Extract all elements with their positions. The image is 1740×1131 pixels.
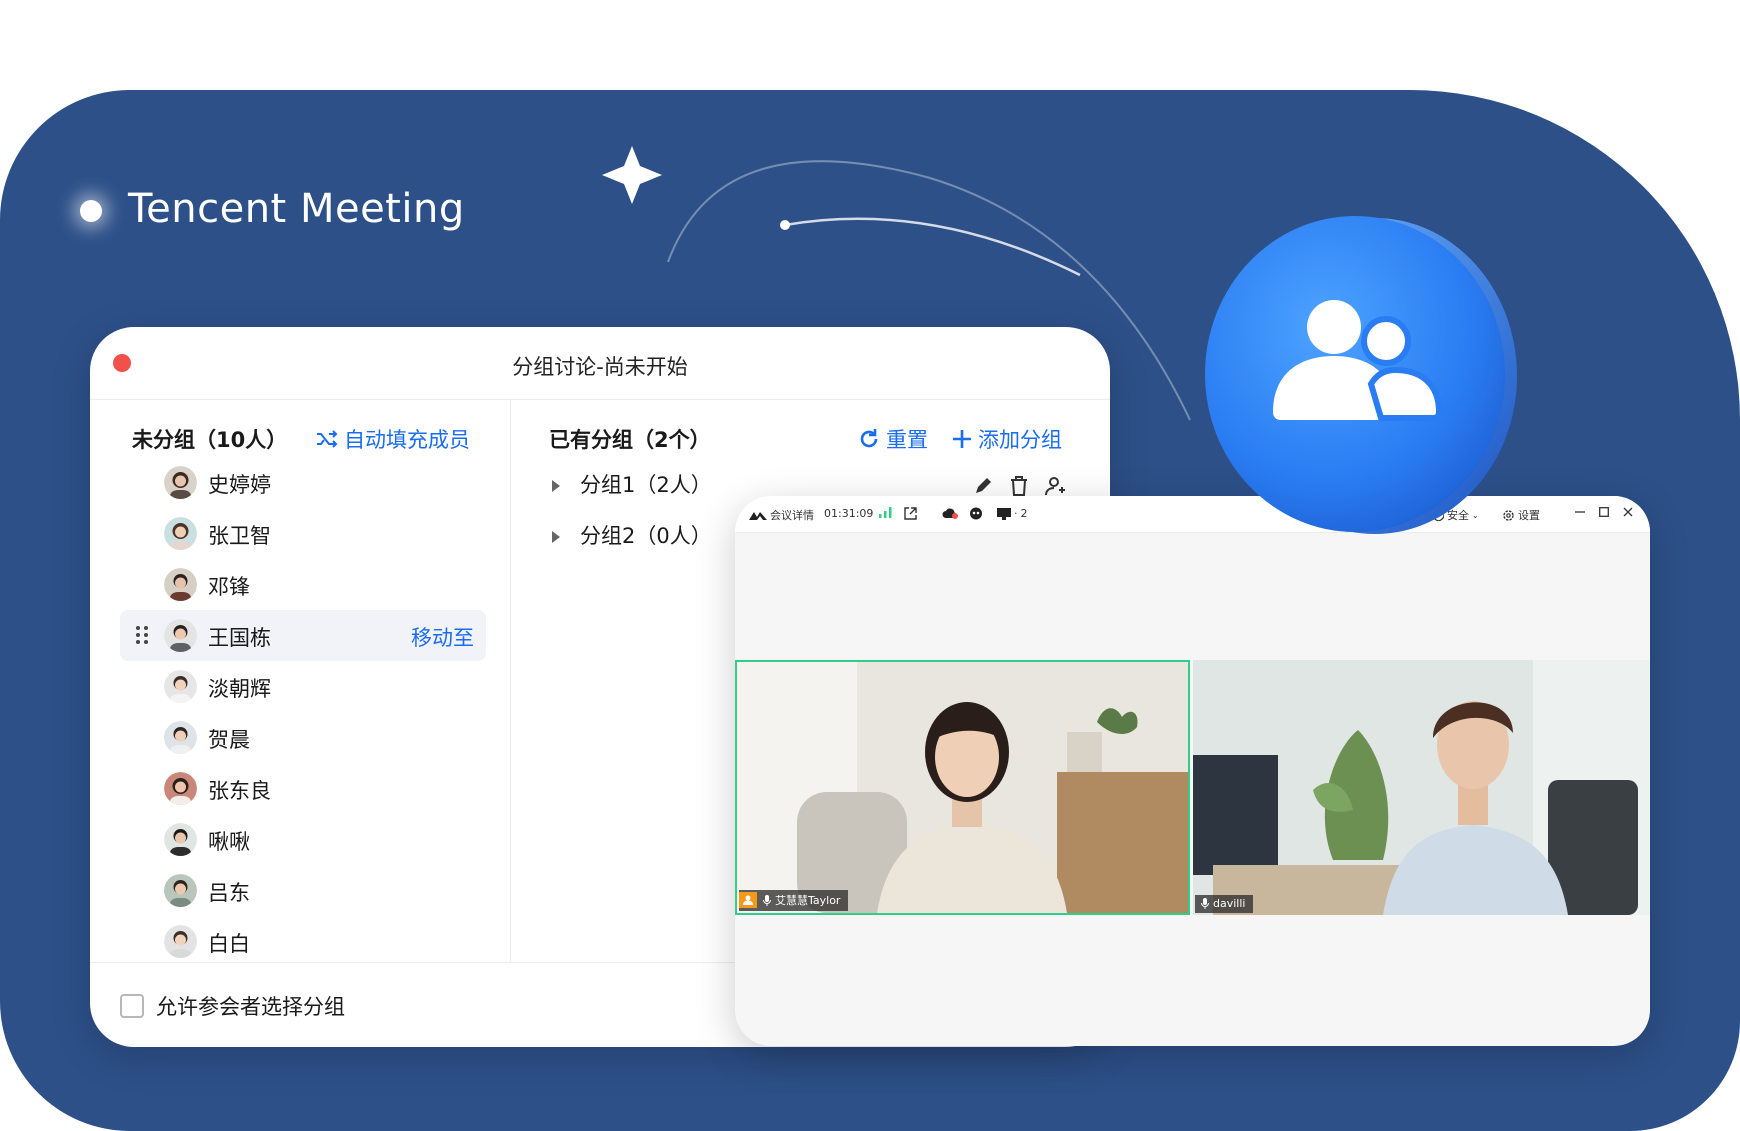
member-row[interactable]: 史婷婷 [120,457,486,508]
host-icon [739,892,757,908]
plus-icon [953,430,971,448]
avatar [164,823,197,856]
member-name: 史婷婷 [208,473,271,497]
group-tools [972,475,1066,497]
group-row[interactable]: 分组2（0人） [552,520,712,550]
avatar [164,568,197,601]
avatar [164,874,197,907]
edit-icon[interactable] [972,475,994,497]
screen-share-number: 2 [1020,507,1028,520]
participant-name-tag: 艾慧慧Taylor [739,890,849,911]
member-name: 贺晨 [208,728,250,752]
video-tile[interactable]: davilli [1193,660,1650,915]
auto-fill-button[interactable]: 自动填充成员 [316,424,470,454]
participant-name: 艾慧慧Taylor [775,894,841,907]
shuffle-icon [317,430,338,448]
avatar [164,466,197,499]
meeting-window: 会议详情 01:31:09 · 2 安全 ⌄ 设置 艾慧慧Taylor davi… [735,496,1650,1046]
member-row[interactable]: 吕东 [120,865,486,916]
groups-header: 已有分组（2个） [549,428,711,452]
add-group-label: 添加分组 [978,428,1062,452]
avatar [164,721,197,754]
meeting-details-label: 会议详情 [770,509,814,522]
ai-assistant-icon[interactable] [969,507,983,520]
member-name: 张东良 [208,779,271,803]
microphone-icon [1201,898,1209,909]
participant-video [1193,660,1650,915]
screen-share-count[interactable]: · 2 [997,507,1028,520]
refresh-icon [860,429,878,448]
member-row[interactable]: 张东良 [120,763,486,814]
meeting-timer: 01:31:09 [824,507,874,520]
member-row[interactable]: 张卫智 [120,508,486,559]
avatar [164,670,197,703]
member-name: 吕东 [208,881,250,905]
unassigned-member-list: 史婷婷 张卫智 邓锋 王国栋 移动至 淡朝辉 贺晨 张东良 啾啾 吕东 白白 [120,457,486,967]
minimize-icon[interactable] [1575,507,1585,517]
unassigned-header: 未分组（10人） [132,428,288,452]
member-row[interactable]: 啾啾 [120,814,486,865]
divider [90,399,1110,400]
add-group-button[interactable]: 添加分组 [952,424,1062,454]
reset-button[interactable]: 重置 [858,424,928,454]
trash-icon[interactable] [1008,475,1030,497]
group-label: 分组1（2人） [580,473,712,497]
window-title: 分组讨论-尚未开始 [512,355,688,379]
member-name: 王国栋 [208,626,271,650]
close-icon[interactable] [1623,507,1633,517]
drag-handle-icon[interactable] [134,624,150,646]
avatar [164,517,197,550]
auto-fill-label: 自动填充成员 [344,428,470,452]
member-name: 邓锋 [208,575,250,599]
group-label: 分组2（0人） [580,524,712,548]
divider [510,400,511,962]
group-row[interactable]: 分组1（2人） [552,469,712,499]
member-name: 白白 [208,932,250,956]
add-member-icon[interactable] [1044,475,1066,497]
meeting-details-button[interactable]: 会议详情 [749,507,814,523]
member-name: 淡朝辉 [208,677,271,701]
screen-share-icon [997,507,1011,520]
expand-caret-icon[interactable] [552,480,560,492]
microphone-icon [763,894,771,906]
avatar [164,925,197,958]
member-row[interactable]: 邓锋 [120,559,486,610]
expand-caret-icon[interactable] [552,531,560,543]
signal-strength-icon [879,507,892,518]
participant-video [737,662,1188,913]
cloud-record-icon[interactable] [942,507,958,519]
member-name: 啾啾 [208,830,250,854]
reset-label: 重置 [886,428,928,452]
member-row[interactable]: 淡朝辉 [120,661,486,712]
video-tile-active-speaker[interactable]: 艾慧慧Taylor [735,660,1190,915]
avatar [164,772,197,805]
member-row[interactable]: 贺晨 [120,712,486,763]
brand-title: Tencent Meeting [128,186,465,232]
avatar [164,619,197,652]
tencent-meeting-logo-icon [749,512,767,520]
popout-icon[interactable] [904,507,917,520]
member-row-selected[interactable]: 王国栋 移动至 [120,610,486,661]
participant-name: davilli [1213,897,1246,910]
allow-choose-label: 允许参会者选择分组 [156,995,345,1019]
breakout-group-icon [1205,216,1517,534]
member-name: 张卫智 [208,524,271,548]
maximize-icon[interactable] [1599,507,1609,517]
move-to-button[interactable]: 移动至 [411,622,474,652]
member-row[interactable]: 白白 [120,916,486,967]
participant-name-tag: davilli [1195,895,1254,913]
settings-label: 设置 [1518,509,1540,522]
brand-dot [80,200,102,222]
allow-choose-checkbox[interactable] [120,994,144,1018]
